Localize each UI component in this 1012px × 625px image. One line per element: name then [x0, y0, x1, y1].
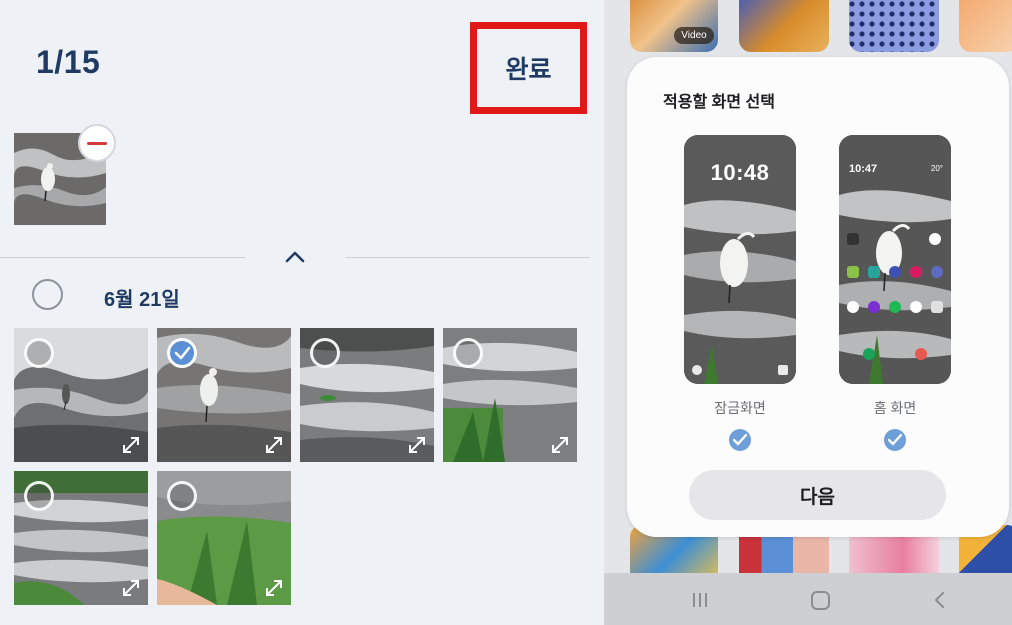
home-screen-preview[interactable]: 10:47 20°: [839, 135, 951, 384]
phone-shortcut-icon: [692, 365, 702, 375]
gallery-photo[interactable]: [14, 471, 148, 605]
photo-select-checkbox[interactable]: [24, 338, 54, 368]
app-icon: [910, 266, 922, 278]
wallpaper-tile[interactable]: [739, 0, 829, 52]
wallpaper-tile[interactable]: [959, 0, 1012, 52]
photo-select-checkbox[interactable]: [310, 338, 340, 368]
video-badge: Video: [674, 27, 714, 44]
check-icon: [174, 346, 191, 360]
music-app-icon: [868, 301, 880, 313]
naver-app-icon: [889, 301, 901, 313]
google-app-icon: [847, 301, 859, 313]
home-screen-clock: 10:47: [849, 163, 878, 175]
gallery-photo[interactable]: [443, 328, 577, 462]
gallery-photo[interactable]: [157, 471, 291, 605]
lock-screen-preview[interactable]: 10:48: [684, 135, 796, 384]
lock-screen-label: 잠금화면: [714, 400, 766, 416]
expand-icon[interactable]: [121, 435, 141, 455]
expand-icon[interactable]: [264, 578, 284, 598]
photo-select-checkbox[interactable]: [167, 481, 197, 511]
app-icon: [868, 266, 880, 278]
wallpaper-tile[interactable]: [849, 0, 939, 52]
check-icon: [733, 434, 747, 446]
gallery-photo[interactable]: [300, 328, 434, 462]
contacts-app-icon: [915, 348, 927, 360]
app-icon: [931, 266, 943, 278]
gallery-photo[interactable]: [14, 328, 148, 462]
date-group-label: 6월 21일: [104, 289, 180, 311]
calendar-app-icon: [929, 233, 941, 245]
widget-icon: [847, 233, 859, 245]
expand-icon[interactable]: [550, 435, 570, 455]
photo-select-checkbox[interactable]: [453, 338, 483, 368]
section-divider-left: [0, 257, 245, 258]
expand-icon[interactable]: [264, 435, 284, 455]
lock-screen-clock: 10:48: [710, 160, 770, 185]
check-icon: [888, 434, 902, 446]
minus-circle-icon[interactable]: [78, 124, 116, 162]
sheet-title: 적용할 화면 선택: [663, 94, 775, 111]
home-screen-label: 홈 화면: [873, 400, 917, 416]
recent-apps-icon[interactable]: [690, 591, 710, 609]
wallpaper-tile[interactable]: [630, 0, 718, 52]
play-store-icon: [910, 301, 922, 313]
chevron-up-icon[interactable]: [284, 248, 306, 264]
photo-picker-panel: 1/15 완료 6월 21일: [0, 0, 604, 625]
expand-icon[interactable]: [407, 435, 427, 455]
screen: 1/15 완료 6월 21일 Video 적용할 화면 선택 10:48 잠금화…: [0, 0, 1012, 625]
home-screen-weather: 20°: [930, 164, 943, 173]
settings-app-icon: [889, 266, 901, 278]
phone-app-icon: [863, 348, 875, 360]
selection-counter: 1/15: [36, 44, 101, 80]
section-divider-right: [345, 257, 590, 258]
done-button[interactable]: 완료: [470, 22, 587, 114]
photo-select-checkbox[interactable]: [24, 481, 54, 511]
home-icon[interactable]: [811, 591, 830, 610]
app-icon: [847, 266, 859, 278]
next-button[interactable]: 다음: [689, 470, 946, 520]
select-all-date-checkbox[interactable]: [32, 279, 63, 310]
camera-shortcut-icon: [778, 365, 788, 375]
back-icon[interactable]: [932, 591, 946, 609]
home-screen-checkbox[interactable]: [884, 429, 906, 451]
done-button-label: 완료: [505, 56, 552, 84]
app-icon: [931, 301, 943, 313]
gallery-photo[interactable]: [157, 328, 291, 462]
navigation-bar: [604, 573, 1012, 625]
expand-icon[interactable]: [121, 578, 141, 598]
lock-screen-checkbox[interactable]: [729, 429, 751, 451]
photo-select-checkbox-checked[interactable]: [167, 338, 197, 368]
